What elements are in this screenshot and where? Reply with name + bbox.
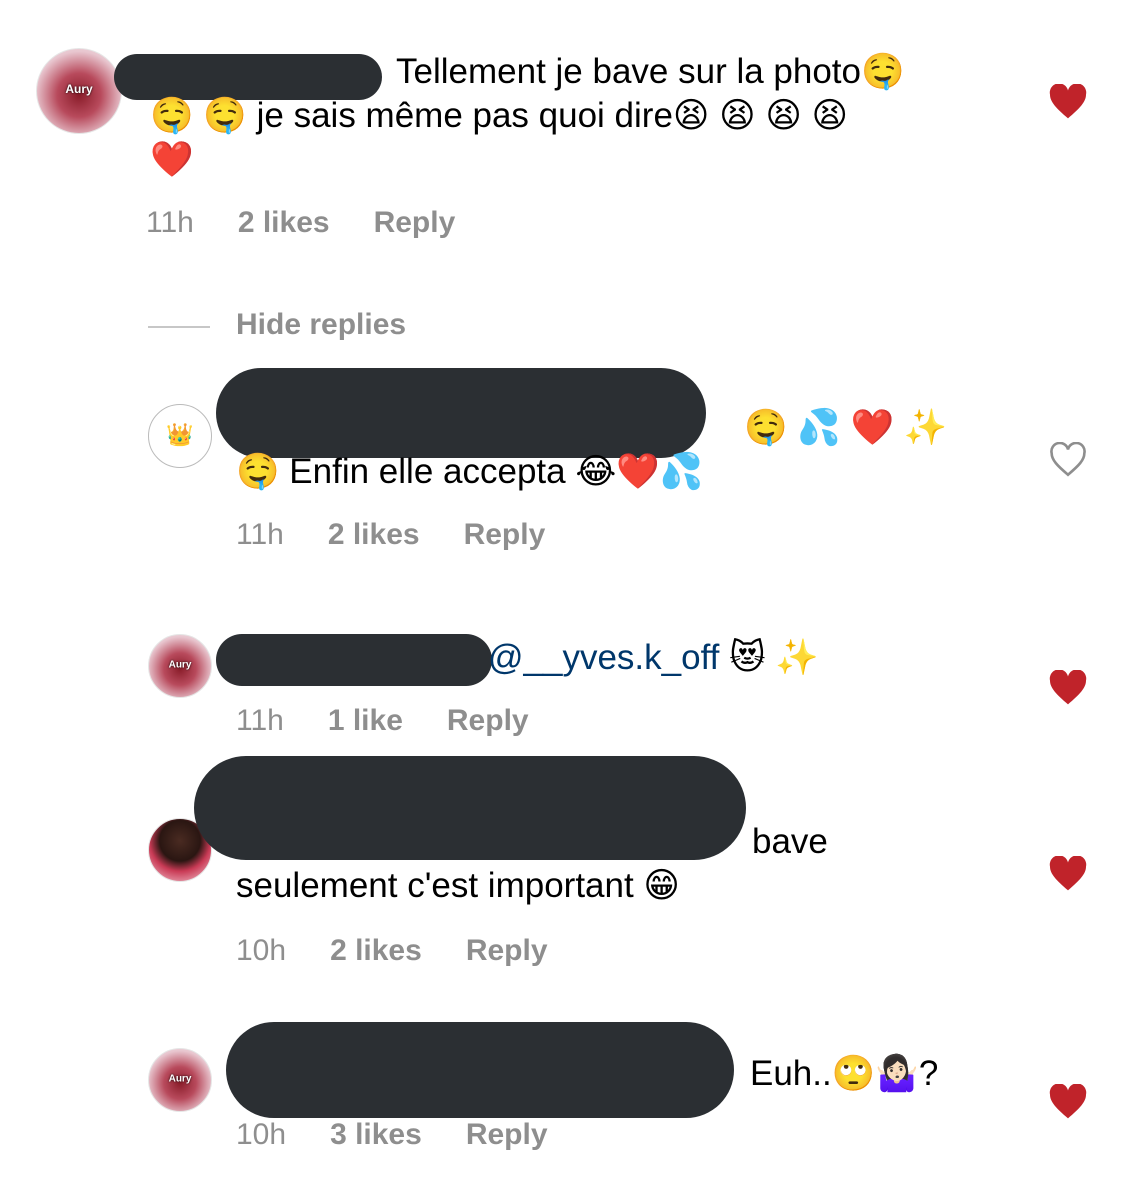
timestamp: 10h (236, 934, 287, 967)
comment-text: 🤤 🤤 je sais même pas quoi dire😫 😫 😫 😫 (150, 96, 849, 135)
avatar[interactable]: Aury (148, 634, 212, 698)
comment-text: 🤤 💦 ❤️ ✨ (744, 408, 948, 447)
heart-icon[interactable] (1048, 670, 1088, 706)
avatar[interactable]: Aury (148, 1048, 212, 1112)
redacted-username (194, 756, 746, 860)
timestamp: 11h (236, 518, 284, 551)
likes-count[interactable]: 3 likes (330, 1118, 422, 1151)
avatar-label: Aury (65, 82, 93, 97)
hide-replies-button[interactable]: Hide replies (236, 308, 406, 342)
comment-meta: 11h 2 likes Reply (146, 206, 499, 240)
comment-text: bave (752, 822, 828, 861)
reply-button[interactable]: Reply (464, 518, 546, 551)
reply-button[interactable]: Reply (374, 206, 456, 239)
avatar-label: Aury (168, 659, 192, 671)
redacted-username (216, 368, 706, 458)
heart-icon[interactable] (1048, 1084, 1088, 1120)
timestamp: 11h (146, 206, 194, 239)
divider (148, 326, 210, 328)
comment-text: @__yves.k_off 😻 ✨ (488, 636, 819, 680)
reply-button[interactable]: Reply (447, 704, 529, 737)
comment-text: seulement c'est important 😁 (236, 866, 680, 905)
likes-count[interactable]: 1 like (328, 704, 403, 737)
timestamp: 11h (236, 704, 284, 737)
comment-text: ❤️ (150, 140, 194, 179)
likes-count[interactable]: 2 likes (328, 518, 420, 551)
comment-text: Euh..🙄🤷🏻‍♀️? (750, 1054, 939, 1093)
avatar-label: 👑 (166, 421, 194, 447)
heart-icon[interactable] (1048, 84, 1088, 120)
comment-meta: 11h 2 likes Reply (236, 518, 589, 552)
comment-text: Tellement je bave sur la photo🤤 (396, 52, 905, 91)
comment-meta: 11h 1 like Reply (236, 704, 573, 738)
comment-text: 🤤 Enfin elle accepta 😂❤️💦 (236, 452, 704, 491)
likes-count[interactable]: 2 likes (330, 934, 422, 967)
timestamp: 10h (236, 1118, 287, 1151)
comment-meta: 10h 3 likes Reply (236, 1118, 592, 1152)
comment-meta: 10h 2 likes Reply (236, 934, 592, 968)
redacted-username (216, 634, 492, 686)
mention-link[interactable]: @__yves.k_off (488, 638, 719, 677)
likes-count[interactable]: 2 likes (238, 206, 330, 239)
reply-button[interactable]: Reply (466, 934, 548, 967)
avatar[interactable]: Aury (36, 48, 122, 134)
heart-outline-icon[interactable] (1048, 442, 1088, 478)
heart-icon[interactable] (1048, 856, 1088, 892)
avatar-label: Aury (168, 1073, 192, 1085)
reply-button[interactable]: Reply (466, 1118, 548, 1151)
comment-emoji: 😻 ✨ (719, 638, 819, 677)
redacted-username (226, 1022, 734, 1118)
avatar[interactable]: 👑 (148, 404, 212, 468)
